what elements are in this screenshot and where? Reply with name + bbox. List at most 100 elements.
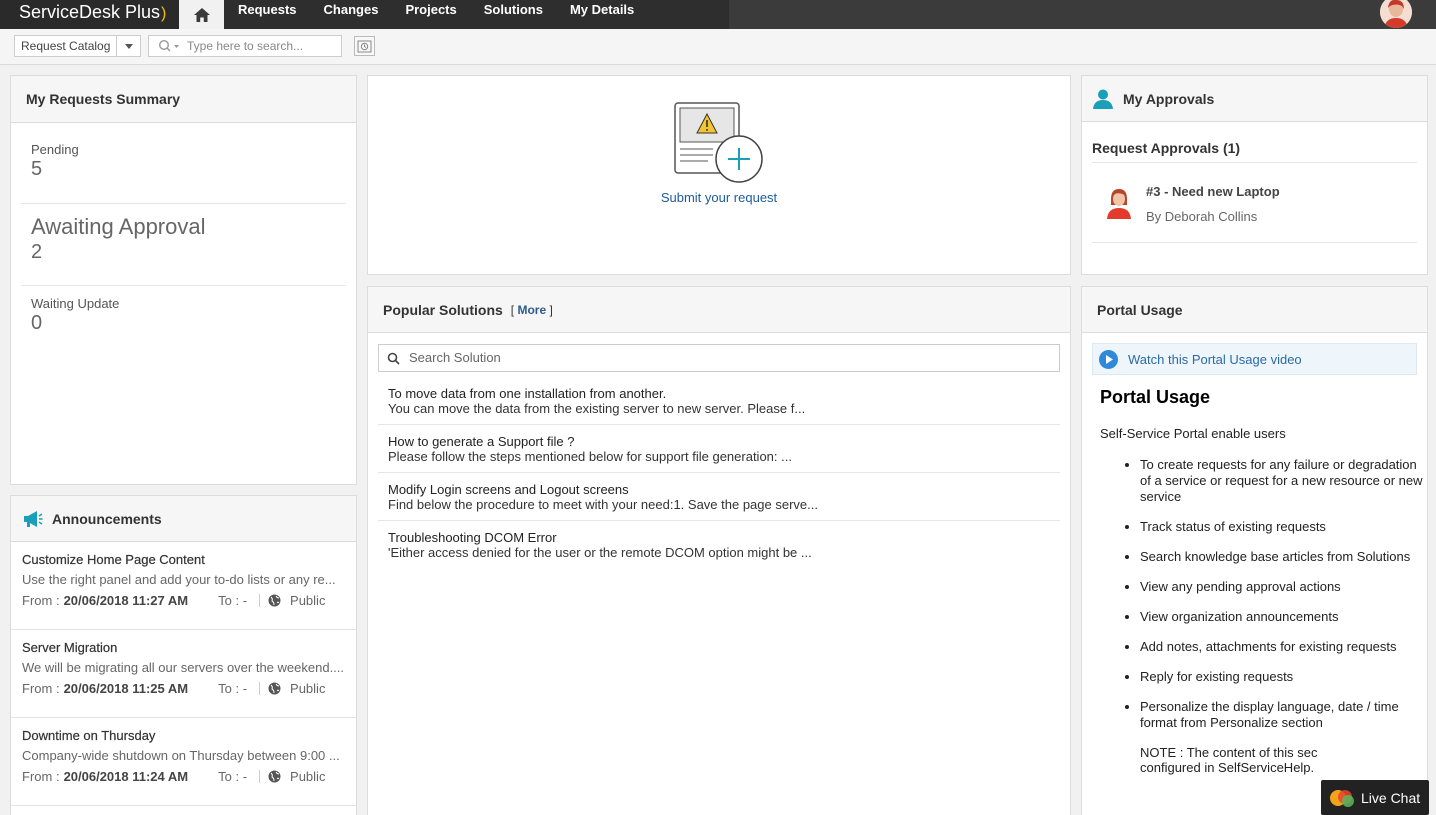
app-name: ServiceDesk Plus [19, 2, 161, 22]
solution-title[interactable]: To move data from one installation from … [388, 386, 1050, 401]
summary-awaiting-approval[interactable]: Awaiting Approval 2 [21, 204, 346, 286]
solution-desc: Find below the procedure to meet with yo… [388, 497, 818, 512]
note-line-1: NOTE : The content of this sec [1140, 745, 1318, 760]
from-label: From : [22, 769, 60, 784]
summary-awaiting-value: 2 [31, 241, 43, 263]
submit-request-icon[interactable] [673, 101, 765, 185]
top-navigation-bar: ServiceDesk Plus) Requests Changes Proje… [0, 0, 1436, 29]
announcement-meta: From :20/06/2018 11:27 AM To : - Public [22, 593, 345, 608]
announcement-date: 20/06/2018 11:25 AM [63, 681, 189, 696]
logo-swoosh-icon: ) [161, 5, 167, 22]
solution-item[interactable]: Troubleshooting DCOM Error 'Either acces… [378, 521, 1060, 568]
announcements-header: Announcements [11, 496, 356, 542]
solution-title[interactable]: Troubleshooting DCOM Error [388, 530, 1050, 545]
solution-item[interactable]: How to generate a Support file ? Please … [378, 425, 1060, 473]
announcement-item[interactable]: Customize Home Page Content Use the righ… [11, 542, 356, 630]
divider [259, 594, 261, 607]
portal-usage-bullet: Personalize the display language, date /… [1140, 699, 1427, 731]
announcement-date: 20/06/2018 11:24 AM [63, 769, 189, 784]
live-chat-label: Live Chat [1361, 789, 1421, 806]
announcement-title[interactable]: Customize Home Page Content [22, 552, 345, 567]
summary-pending-value: 5 [31, 158, 43, 180]
summary-waiting-update[interactable]: Waiting Update 0 [21, 286, 346, 356]
main-nav: Requests Changes Projects Solutions My D… [224, 0, 729, 29]
home-tab[interactable] [179, 0, 224, 29]
more-label[interactable]: More [517, 303, 546, 317]
announcement-meta: From :20/06/2018 11:25 AM To : - Public [22, 681, 345, 696]
request-catalog-select[interactable]: Request Catalog [14, 35, 141, 57]
nav-my-details[interactable]: My Details [556, 0, 647, 29]
popular-solutions-header: Popular Solutions [ More ] [368, 287, 1070, 333]
to-label: To : - [218, 769, 248, 784]
chat-logo-icon [1330, 789, 1354, 807]
solution-desc: 'Either access denied for the user or th… [388, 545, 812, 560]
summary-pending-label: Pending [31, 142, 79, 157]
announcement-desc: Company-wide shutdown on Thursday betwee… [22, 748, 340, 763]
solution-item[interactable]: Modify Login screens and Logout screens … [378, 473, 1060, 521]
solution-search[interactable] [378, 344, 1060, 372]
from-label: From : [22, 681, 60, 696]
global-search-input[interactable] [187, 38, 337, 54]
note-line-2: configured in SelfServiceHelp. [1140, 760, 1315, 775]
announcement-item[interactable]: Server Migration We will be migrating al… [11, 630, 356, 718]
nav-changes[interactable]: Changes [310, 0, 392, 29]
to-label: To : - [218, 593, 248, 608]
summary-awaiting-label: Awaiting Approval [31, 214, 206, 239]
portal-usage-heading: Portal Usage [1100, 387, 1211, 407]
portal-usage-video-link[interactable]: Watch this Portal Usage video [1092, 343, 1417, 375]
my-approvals-header: My Approvals [1082, 76, 1427, 122]
popular-solutions-panel: Popular Solutions [ More ] To move data … [367, 286, 1071, 815]
portal-usage-bullet: Add notes, attachments for existing requ… [1140, 639, 1427, 655]
submit-request-link[interactable]: Submit your request [368, 190, 1070, 205]
approval-title[interactable]: #3 - Need new Laptop [1146, 184, 1280, 199]
history-icon [357, 40, 372, 52]
summary-pending[interactable]: Pending 5 [21, 123, 346, 204]
my-approvals-panel: My Approvals Request Approvals (1) #3 - … [1081, 75, 1428, 275]
my-approvals-title: My Approvals [1123, 90, 1215, 107]
announcement-title[interactable]: Downtime on Thursday [22, 728, 345, 743]
submit-request-panel: Submit your request [367, 75, 1071, 275]
app-logo[interactable]: ServiceDesk Plus) [0, 0, 179, 29]
solution-search-input[interactable] [409, 350, 1009, 365]
portal-usage-bullet: To create requests for any failure or de… [1140, 457, 1427, 505]
portal-usage-header: Portal Usage [1082, 287, 1427, 333]
more-solutions-link[interactable]: [ More ] [511, 303, 553, 317]
to-label: To : - [218, 681, 248, 696]
solution-desc: Please follow the steps mentioned below … [388, 449, 792, 464]
solution-desc: You can move the data from the existing … [388, 401, 806, 416]
divider [259, 682, 261, 695]
approval-item[interactable]: #3 - Need new Laptop By Deborah Collins [1092, 163, 1417, 243]
announcement-title[interactable]: Server Migration [22, 640, 345, 655]
announcements-title: Announcements [52, 510, 162, 527]
announcement-date: 20/06/2018 11:27 AM [63, 593, 189, 608]
search-icon[interactable] [158, 39, 180, 56]
nav-projects[interactable]: Projects [391, 0, 469, 29]
video-link-label[interactable]: Watch this Portal Usage video [1128, 352, 1302, 367]
requester-avatar [1106, 187, 1132, 219]
visibility-label: Public [290, 681, 326, 696]
announcement-item[interactable]: Downtime on Thursday Company-wide shutdo… [11, 718, 356, 806]
solution-item[interactable]: To move data from one installation from … [378, 377, 1060, 425]
user-avatar[interactable] [1380, 0, 1412, 28]
visibility-label: Public [290, 593, 326, 608]
approval-requester: By Deborah Collins [1146, 209, 1258, 224]
nav-requests[interactable]: Requests [224, 0, 310, 29]
portal-usage-bullet: View organization announcements [1140, 609, 1427, 625]
recent-history-button[interactable] [354, 36, 375, 56]
portal-usage-panel: Portal Usage Watch this Portal Usage vid… [1081, 286, 1428, 815]
announcement-meta: From :20/06/2018 11:24 AM To : - Public [22, 769, 345, 784]
solution-title[interactable]: Modify Login screens and Logout screens [388, 482, 1050, 497]
nav-solutions[interactable]: Solutions [470, 0, 556, 29]
summary-waiting-value: 0 [31, 312, 43, 334]
globe-icon [268, 682, 281, 695]
divider [259, 770, 261, 783]
solution-title[interactable]: How to generate a Support file ? [388, 434, 1050, 449]
live-chat-button[interactable]: Live Chat [1321, 780, 1429, 815]
request-approvals-subtitle: Request Approvals (1) [1092, 122, 1417, 163]
chevron-down-icon[interactable] [116, 36, 140, 56]
global-search[interactable] [148, 35, 342, 57]
announcement-desc: Use the right panel and add your to-do l… [22, 572, 336, 587]
announcement-desc: We will be migrating all our servers ove… [22, 660, 345, 675]
portal-usage-intro: Self-Service Portal enable users [1100, 426, 1286, 441]
portal-usage-bullet: Search knowledge base articles from Solu… [1140, 549, 1427, 565]
